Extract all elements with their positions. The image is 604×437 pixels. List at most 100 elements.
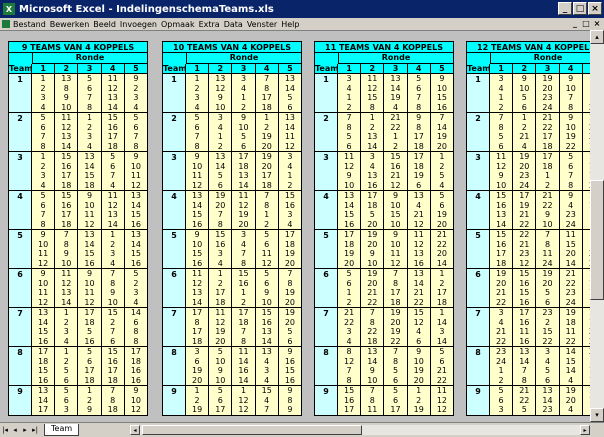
- table-cell[interactable]: 17: [583, 152, 590, 162]
- table-cell[interactable]: 6: [55, 395, 79, 405]
- table-cell[interactable]: 7: [32, 210, 56, 220]
- table-cell[interactable]: 8: [279, 278, 303, 288]
- table-cell[interactable]: 15: [583, 269, 590, 279]
- table-cell[interactable]: 15: [102, 113, 125, 123]
- table-cell[interactable]: 5: [338, 269, 362, 279]
- table-cell[interactable]: 17: [209, 288, 233, 298]
- table-cell[interactable]: 24: [536, 102, 560, 112]
- table-cell[interactable]: 12: [338, 161, 362, 171]
- team-number-cell[interactable]: 4: [162, 191, 186, 229]
- team-number-cell[interactable]: 4: [8, 191, 32, 229]
- table-cell[interactable]: 23: [536, 308, 560, 318]
- table-cell[interactable]: 1: [431, 152, 455, 162]
- table-cell[interactable]: 10: [384, 219, 408, 229]
- table-cell[interactable]: 11: [384, 249, 408, 259]
- table-cell[interactable]: 1: [431, 269, 455, 279]
- table-cell[interactable]: 2: [536, 317, 560, 327]
- table-cell[interactable]: 12: [78, 219, 102, 229]
- table-cell[interactable]: 21: [361, 288, 385, 298]
- previous-sheet-button[interactable]: ◂: [10, 425, 20, 435]
- ronde-header[interactable]: Ronde: [32, 53, 148, 64]
- table-cell[interactable]: 17: [232, 308, 256, 318]
- header-blank-cell[interactable]: [162, 53, 186, 64]
- table-cell[interactable]: 6: [408, 83, 431, 93]
- table-cell[interactable]: 12: [55, 122, 79, 132]
- table-cell[interactable]: 18: [78, 180, 102, 190]
- table-cell[interactable]: 17: [279, 230, 303, 240]
- horizontal-scroll-thumb[interactable]: [142, 425, 362, 435]
- table-cell[interactable]: 12: [490, 161, 514, 171]
- table-cell[interactable]: 11: [536, 249, 560, 259]
- table-cell[interactable]: 14: [431, 122, 455, 132]
- table-cell[interactable]: 2: [78, 395, 102, 405]
- table-cell[interactable]: 5: [125, 113, 149, 123]
- table-cell[interactable]: 11: [279, 132, 303, 142]
- table-cell[interactable]: 17: [232, 152, 256, 162]
- table-cell[interactable]: 17: [55, 171, 79, 181]
- table-cell[interactable]: 9: [78, 269, 102, 279]
- table-cell[interactable]: 12: [55, 278, 79, 288]
- team-number-cell[interactable]: 5: [162, 230, 186, 268]
- table-cell[interactable]: 5: [490, 386, 514, 396]
- table-cell[interactable]: 17: [78, 366, 102, 376]
- team-number-cell[interactable]: 8: [314, 347, 338, 385]
- table-cell[interactable]: 8: [384, 278, 408, 288]
- table-cell[interactable]: 14: [102, 102, 125, 112]
- table-cell[interactable]: 15: [209, 230, 233, 240]
- table-cell[interactable]: 15: [513, 269, 537, 279]
- table-cell[interactable]: 15: [536, 327, 560, 337]
- table-cell[interactable]: 19: [513, 200, 537, 210]
- table-cell[interactable]: 13: [125, 230, 149, 240]
- table-cell[interactable]: 2: [279, 180, 303, 190]
- table-cell[interactable]: 12: [32, 258, 56, 268]
- table-cell[interactable]: 6: [536, 297, 560, 307]
- table-cell[interactable]: 17: [361, 191, 385, 201]
- last-sheet-button[interactable]: ▸|: [30, 425, 40, 435]
- table-cell[interactable]: 8: [102, 395, 125, 405]
- table-cell[interactable]: 18: [209, 297, 233, 307]
- table-cell[interactable]: 9: [186, 230, 210, 240]
- table-cell[interactable]: 15: [125, 249, 149, 259]
- table-cell[interactable]: 5: [431, 347, 455, 357]
- table-cell[interactable]: 5: [256, 230, 279, 240]
- table-cell[interactable]: 5: [431, 171, 455, 181]
- table-cell[interactable]: 3: [125, 93, 149, 103]
- table-cell[interactable]: 14: [32, 317, 56, 327]
- table-cell[interactable]: 3: [32, 93, 56, 103]
- block-title[interactable]: 12 TEAMS VAN 4 KOPPELS: [466, 41, 590, 53]
- team-number-cell[interactable]: 2: [8, 113, 32, 151]
- table-cell[interactable]: 21: [513, 132, 537, 142]
- table-cell[interactable]: 17: [102, 132, 125, 142]
- table-cell[interactable]: 18: [431, 297, 455, 307]
- table-cell[interactable]: 2: [384, 141, 408, 151]
- table-cell[interactable]: 16: [431, 102, 455, 112]
- table-cell[interactable]: 16: [513, 317, 537, 327]
- table-cell[interactable]: 10: [125, 395, 149, 405]
- table-cell[interactable]: 16: [55, 200, 79, 210]
- table-cell[interactable]: 8: [125, 141, 149, 151]
- table-cell[interactable]: 13: [583, 308, 590, 318]
- table-cell[interactable]: 16: [186, 219, 210, 229]
- table-cell[interactable]: 12: [583, 201, 590, 211]
- table-cell[interactable]: 10: [32, 239, 56, 249]
- table-cell[interactable]: 11: [361, 405, 385, 415]
- table-cell[interactable]: 19: [408, 405, 431, 415]
- table-cell[interactable]: 6: [384, 375, 408, 385]
- table-cell[interactable]: 8: [536, 239, 560, 249]
- table-cell[interactable]: 15: [384, 210, 408, 220]
- ronde-header[interactable]: Ronde: [338, 53, 454, 64]
- table-cell[interactable]: 5: [125, 269, 149, 279]
- table-cell[interactable]: 7: [490, 113, 514, 123]
- table-cell[interactable]: 16: [279, 356, 303, 366]
- team-number-cell[interactable]: 8: [8, 347, 32, 385]
- table-cell[interactable]: 18: [408, 161, 431, 171]
- table-cell[interactable]: 20: [583, 327, 590, 337]
- table-cell[interactable]: 6: [125, 317, 149, 327]
- table-cell[interactable]: 6: [102, 161, 125, 171]
- table-cell[interactable]: 18: [78, 375, 102, 385]
- table-cell[interactable]: 9: [55, 93, 79, 103]
- table-cell[interactable]: 6: [279, 336, 303, 346]
- table-cell[interactable]: 14: [536, 395, 560, 405]
- table-cell[interactable]: 5: [560, 152, 583, 162]
- table-cell[interactable]: 16: [583, 279, 590, 289]
